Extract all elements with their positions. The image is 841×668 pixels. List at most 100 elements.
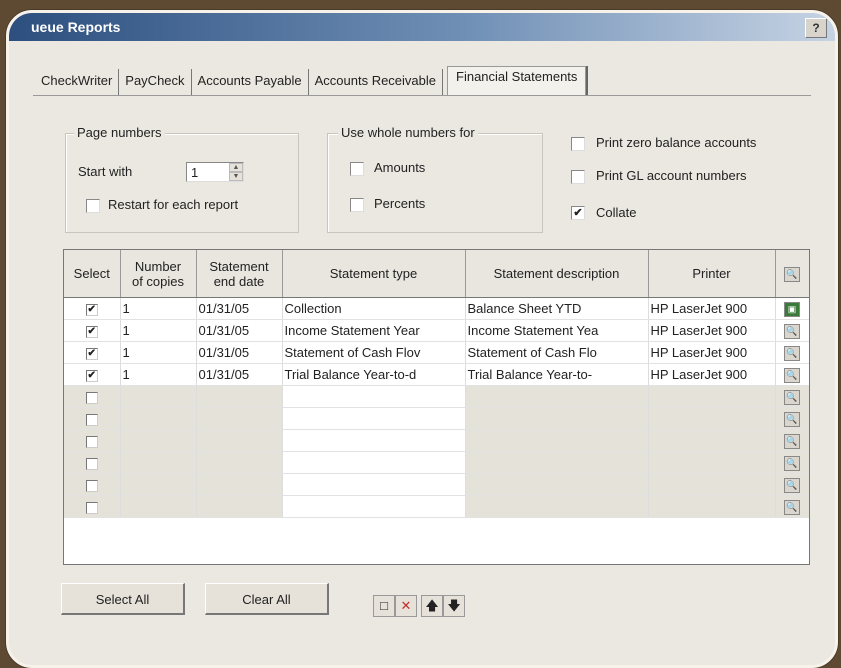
- clear-all-button[interactable]: Clear All: [205, 583, 329, 615]
- select-cell[interactable]: [64, 451, 121, 474]
- lookup-cell[interactable]: 🔍: [775, 385, 809, 408]
- printer-cell[interactable]: HP LaserJet 900: [648, 341, 776, 364]
- table-row[interactable]: ✔ 1 01/31/05 Statement of Cash Flov Stat…: [64, 341, 809, 364]
- type-cell[interactable]: Trial Balance Year-to-d: [282, 363, 466, 386]
- printer-cell[interactable]: [648, 429, 776, 452]
- description-cell[interactable]: [465, 451, 649, 474]
- copies-cell[interactable]: 1: [120, 297, 197, 320]
- printer-lookup-icon[interactable]: 🔍: [784, 455, 800, 471]
- stepper-down-icon[interactable]: ▼: [229, 172, 243, 181]
- printer-cell[interactable]: HP LaserJet 900: [648, 363, 776, 386]
- end-date-cell[interactable]: [196, 429, 283, 452]
- end-date-cell[interactable]: 01/31/05: [196, 297, 283, 320]
- copies-cell[interactable]: 1: [120, 363, 197, 386]
- printer-cell[interactable]: [648, 473, 776, 496]
- table-row[interactable]: 🔍: [64, 473, 809, 496]
- help-button[interactable]: ?: [805, 18, 827, 38]
- end-date-cell[interactable]: 01/31/05: [196, 363, 283, 386]
- row-checkbox[interactable]: ✔: [85, 347, 98, 360]
- table-row[interactable]: ✔ 1 01/31/05 Income Statement Year Incom…: [64, 319, 809, 342]
- table-row[interactable]: 🔍: [64, 385, 809, 408]
- lookup-cell[interactable]: 🔍: [775, 319, 809, 342]
- printer-lookup-icon[interactable]: 🔍: [784, 477, 800, 493]
- copies-cell[interactable]: 1: [120, 341, 197, 364]
- type-cell[interactable]: Collection: [282, 297, 466, 320]
- collate-checkbox[interactable]: ✔: [571, 206, 585, 220]
- type-cell[interactable]: Statement of Cash Flov: [282, 341, 466, 364]
- printer-cell[interactable]: [648, 451, 776, 474]
- copies-cell[interactable]: [120, 495, 197, 518]
- select-cell[interactable]: [64, 429, 121, 452]
- printer-cell[interactable]: [648, 385, 776, 408]
- select-cell[interactable]: [64, 473, 121, 496]
- lookup-cell[interactable]: 🔍: [775, 495, 809, 518]
- type-cell[interactable]: [282, 495, 466, 518]
- description-cell[interactable]: Trial Balance Year-to-: [465, 363, 649, 386]
- description-cell[interactable]: [465, 407, 649, 430]
- zero-balance-checkbox[interactable]: [571, 137, 585, 151]
- lookup-cell[interactable]: 🔍: [775, 341, 809, 364]
- lookup-cell[interactable]: ▣: [775, 297, 809, 320]
- select-cell[interactable]: ✔: [64, 319, 121, 342]
- printer-cell[interactable]: [648, 407, 776, 430]
- description-cell[interactable]: [465, 429, 649, 452]
- table-row[interactable]: ✔ 1 01/31/05 Collection Balance Sheet YT…: [64, 297, 809, 320]
- end-date-cell[interactable]: [196, 451, 283, 474]
- printer-lookup-icon[interactable]: 🔍: [784, 345, 800, 361]
- select-cell[interactable]: [64, 407, 121, 430]
- table-row[interactable]: 🔍: [64, 429, 809, 452]
- col-end-date[interactable]: Statement end date: [196, 250, 283, 298]
- type-cell[interactable]: [282, 451, 466, 474]
- delete-icon[interactable]: ✕: [395, 595, 417, 617]
- copies-cell[interactable]: [120, 429, 197, 452]
- type-cell[interactable]: Income Statement Year: [282, 319, 466, 342]
- col-select[interactable]: Select: [64, 250, 121, 298]
- end-date-cell[interactable]: [196, 407, 283, 430]
- end-date-cell[interactable]: 01/31/05: [196, 319, 283, 342]
- select-cell[interactable]: [64, 385, 121, 408]
- table-row[interactable]: 🔍: [64, 407, 809, 430]
- type-cell[interactable]: [282, 473, 466, 496]
- copies-cell[interactable]: [120, 473, 197, 496]
- row-checkbox[interactable]: ✔: [85, 325, 98, 338]
- tab-accounts-payable[interactable]: Accounts Payable: [192, 69, 309, 95]
- select-cell[interactable]: ✔: [64, 297, 121, 320]
- table-row[interactable]: ✔ 1 01/31/05 Trial Balance Year-to-d Tri…: [64, 363, 809, 386]
- printer-cell[interactable]: HP LaserJet 900: [648, 319, 776, 342]
- move-up-icon[interactable]: 🡅: [421, 595, 443, 617]
- percents-checkbox[interactable]: [350, 198, 364, 212]
- printer-lookup-icon[interactable]: 🔍: [784, 499, 800, 515]
- col-printer[interactable]: Printer: [648, 250, 776, 298]
- copies-cell[interactable]: [120, 407, 197, 430]
- end-date-cell[interactable]: 01/31/05: [196, 341, 283, 364]
- copies-cell[interactable]: [120, 451, 197, 474]
- stepper-up-icon[interactable]: ▲: [229, 163, 243, 172]
- amounts-checkbox[interactable]: [350, 162, 364, 176]
- printer-lookup-icon[interactable]: 🔍: [784, 411, 800, 427]
- table-row[interactable]: 🔍: [64, 451, 809, 474]
- select-all-button[interactable]: Select All: [61, 583, 185, 615]
- description-cell[interactable]: Income Statement Yea: [465, 319, 649, 342]
- col-statement-description[interactable]: Statement description: [465, 250, 649, 298]
- type-cell[interactable]: [282, 385, 466, 408]
- row-checkbox[interactable]: [85, 413, 98, 426]
- row-checkbox[interactable]: [85, 479, 98, 492]
- printer-cell[interactable]: HP LaserJet 900: [648, 297, 776, 320]
- end-date-cell[interactable]: [196, 385, 283, 408]
- tab-checkwriter[interactable]: CheckWriter: [35, 69, 120, 95]
- printer-lookup-icon[interactable]: 🔍: [784, 367, 800, 383]
- lookup-cell[interactable]: 🔍: [775, 473, 809, 496]
- move-down-icon[interactable]: 🡇: [443, 595, 465, 617]
- description-cell[interactable]: Statement of Cash Flo: [465, 341, 649, 364]
- printer-lookup-icon[interactable]: 🔍: [784, 389, 800, 405]
- lookup-cell[interactable]: 🔍: [775, 363, 809, 386]
- restart-checkbox[interactable]: [86, 199, 100, 213]
- type-cell[interactable]: [282, 407, 466, 430]
- printer-lookup-icon[interactable]: 🔍: [784, 323, 800, 339]
- select-cell[interactable]: [64, 495, 121, 518]
- row-checkbox[interactable]: [85, 457, 98, 470]
- printer-cell[interactable]: [648, 495, 776, 518]
- row-checkbox[interactable]: [85, 501, 98, 514]
- gl-numbers-checkbox[interactable]: [571, 170, 585, 184]
- stepper-buttons[interactable]: ▲ ▼: [229, 163, 243, 181]
